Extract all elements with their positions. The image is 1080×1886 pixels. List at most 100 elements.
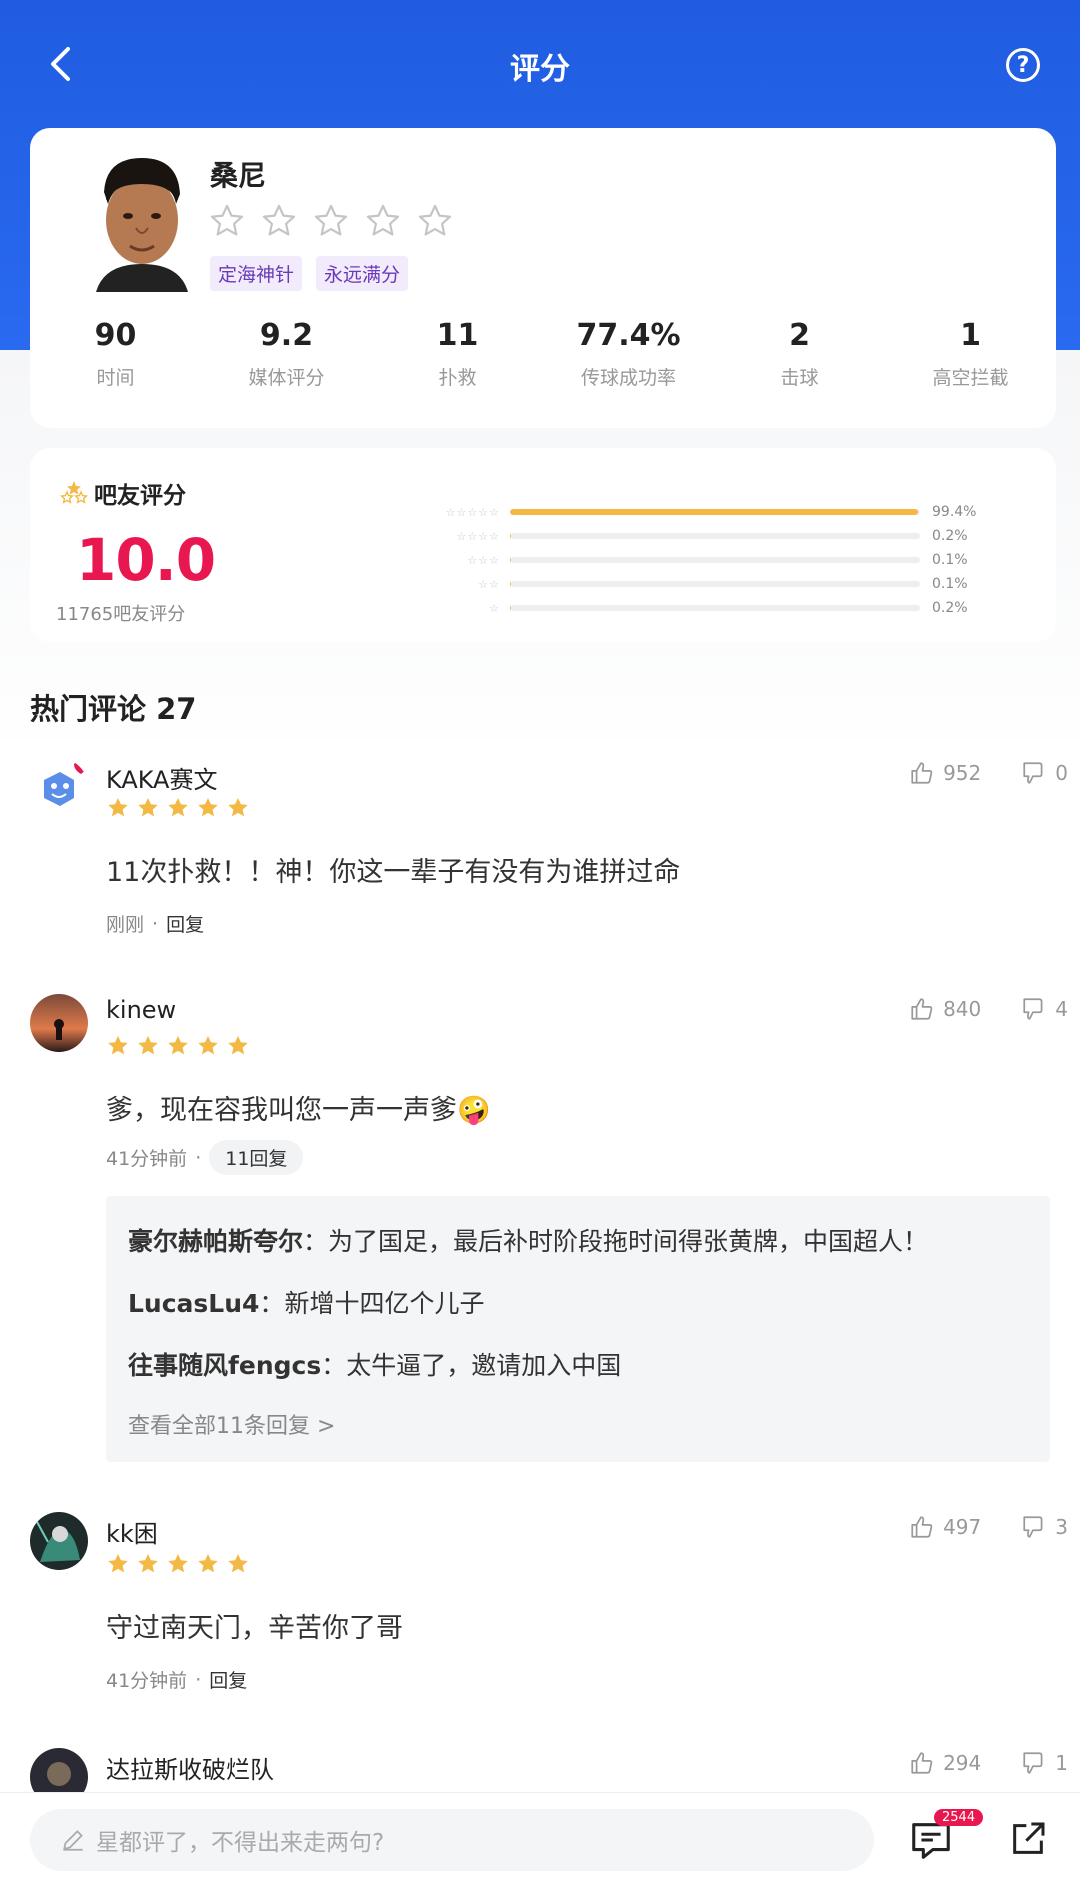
stat-value: 9.2: [259, 318, 314, 353]
comment-time: 刚刚: [106, 914, 145, 936]
distribution-row: ☆☆☆ 0.1%: [400, 548, 1020, 572]
star-filled-icon: [198, 1036, 218, 1055]
distribution-percent: 0.2%: [932, 600, 968, 616]
fan-rating-header: 吧友评分: [60, 476, 186, 510]
comment-username[interactable]: kinew: [106, 996, 176, 1024]
comment-stars: [106, 1034, 250, 1058]
comment-username[interactable]: 达拉斯收破烂队: [106, 1750, 274, 1785]
comment-item: 达拉斯收破烂队 294 1: [0, 1742, 1080, 1792]
dislike-button[interactable]: 4: [1021, 996, 1068, 1022]
like-button[interactable]: 497: [909, 1514, 981, 1540]
stat-punches: 2 击球: [714, 318, 885, 390]
comment-stars: [106, 796, 250, 820]
reply-item: LucasLu4：新增十四亿个儿子: [128, 1289, 485, 1318]
distribution-fill: [510, 605, 511, 611]
stat-pass-rate: 77.4% 传球成功率: [543, 318, 714, 390]
comment-input-placeholder: 星都评了，不得出来走两句?: [96, 1830, 385, 1856]
distribution-stars: ☆☆: [478, 577, 500, 591]
stat-label: 时间: [96, 367, 135, 389]
avatar[interactable]: [30, 994, 88, 1052]
reply-item: 豪尔赫帕斯夸尔：为了国足，最后补时阶段拖时间得张黄牌，中国超人！: [128, 1227, 929, 1256]
star-outline-icon[interactable]: [260, 202, 298, 240]
distribution-row: ☆ 0.2%: [400, 596, 1020, 620]
star-outline-icon[interactable]: [312, 202, 350, 240]
bottom-bar: 星都评了，不得出来走两句? 2544: [0, 1792, 1080, 1886]
like-count: 497: [943, 1515, 982, 1539]
distribution-track: [510, 509, 920, 515]
distribution-track: [510, 605, 920, 611]
avatar[interactable]: [30, 758, 88, 816]
star-filled-icon: [198, 798, 218, 817]
star-filled-icon: [168, 1554, 188, 1573]
player-card: 桑尼 定海神针 永远满分 90 时间 9.2 媒体评分 11 扑救 77.4% 传球成功…: [30, 128, 1056, 428]
reply-username[interactable]: LucasLu4: [128, 1289, 259, 1318]
like-button[interactable]: 294: [909, 1750, 981, 1776]
stat-saves: 11 扑救: [372, 318, 543, 390]
reply-text: 新增十四亿个儿子: [284, 1289, 485, 1318]
comment-item: KAKA赛文 11次扑救！！神！你这一辈子有没有为谁拼过命 刚刚 · 回复 952…: [0, 746, 1080, 946]
player-tags: 定海神针 永远满分: [210, 256, 409, 291]
comment-meta: 刚刚 · 回复: [106, 910, 204, 937]
reply-count-button[interactable]: 11回复: [209, 1140, 304, 1175]
star-filled-icon: [168, 1036, 188, 1055]
meta-separator: ·: [152, 912, 159, 935]
reply-button[interactable]: 回复: [209, 1666, 247, 1693]
avatar[interactable]: [30, 1748, 88, 1792]
dislike-button[interactable]: 1: [1021, 1750, 1068, 1776]
stat-label: 高空拦截: [932, 367, 1009, 389]
star-filled-icon: [138, 1036, 158, 1055]
stat-value: 11: [436, 318, 479, 353]
distribution-percent: 0.1%: [932, 552, 968, 568]
like-button[interactable]: 840: [909, 996, 981, 1022]
comment-username[interactable]: KAKA赛文: [106, 760, 217, 795]
dislike-count: 1: [1055, 1751, 1068, 1775]
thumb-up-icon: [911, 998, 933, 1020]
distribution-track: [510, 581, 920, 587]
reply-button[interactable]: 回复: [166, 910, 204, 937]
stat-label: 扑救: [438, 367, 477, 389]
player-rating-stars[interactable]: [208, 202, 454, 240]
help-icon: ?: [1016, 52, 1030, 78]
thumb-up-icon: [911, 1752, 933, 1774]
star-filled-icon: [108, 1554, 128, 1573]
like-button[interactable]: 952: [909, 760, 981, 786]
comment-stars: [106, 1552, 250, 1576]
thumb-down-icon: [1023, 762, 1043, 784]
comment-input[interactable]: 星都评了，不得出来走两句?: [30, 1809, 874, 1871]
help-button[interactable]: ?: [1006, 48, 1040, 82]
stat-high-claims: 1 高空拦截: [885, 318, 1056, 390]
thumb-up-icon: [911, 1516, 933, 1538]
reply-username[interactable]: 往事随风fengcs: [128, 1351, 321, 1380]
star-filled-icon: [108, 798, 128, 817]
meta-separator: ·: [195, 1668, 202, 1691]
share-icon[interactable]: [1008, 1819, 1048, 1859]
meta-separator: ·: [195, 1146, 202, 1169]
star-outline-icon[interactable]: [364, 202, 402, 240]
distribution-track: [510, 533, 920, 539]
star-filled-icon: [138, 798, 158, 817]
avatar[interactable]: [30, 1512, 88, 1570]
stars-cluster-icon: [60, 481, 88, 504]
distribution-track: [510, 557, 920, 563]
reply-username[interactable]: 豪尔赫帕斯夸尔: [128, 1227, 303, 1256]
view-all-replies-link[interactable]: 查看全部11条回复 >: [128, 1408, 335, 1440]
reply-preview-box[interactable]: 豪尔赫帕斯夸尔：为了国足，最后补时阶段拖时间得张黄牌，中国超人！ LucasLu…: [106, 1196, 1050, 1462]
star-outline-icon[interactable]: [208, 202, 246, 240]
edit-icon: [63, 1830, 83, 1851]
dislike-button[interactable]: 3: [1021, 1514, 1068, 1540]
stat-value: 77.4%: [576, 318, 681, 353]
star-outline-icon[interactable]: [416, 202, 454, 240]
dislike-button[interactable]: 0: [1021, 760, 1068, 786]
distribution-fill: [510, 533, 511, 539]
distribution-row: ☆☆☆☆ 0.2%: [400, 524, 1020, 548]
distribution-fill: [510, 509, 918, 515]
comment-username[interactable]: kk困: [106, 1514, 158, 1549]
reply-text: 为了国足，最后补时阶段拖时间得张黄牌，中国超人！: [328, 1227, 929, 1256]
dislike-count: 3: [1055, 1515, 1068, 1539]
distribution-percent: 99.4%: [932, 504, 977, 520]
stat-time: 90 时间: [30, 318, 201, 390]
star-filled-icon: [228, 1036, 248, 1055]
distribution-stars: ☆☆☆☆: [456, 529, 500, 543]
fan-rating-score: 10.0: [76, 526, 216, 594]
stat-label: 传球成功率: [580, 367, 676, 389]
